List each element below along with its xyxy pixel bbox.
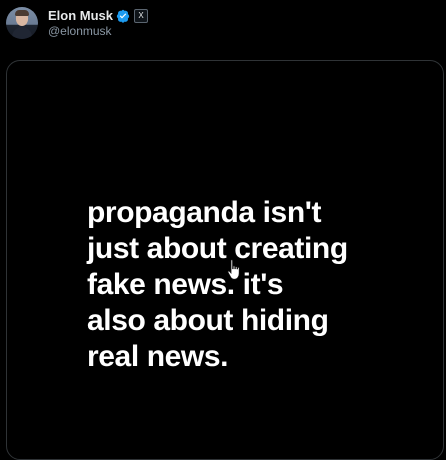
x-logo-icon[interactable]: X [134, 8, 149, 23]
author-name-row: Elon Musk X [48, 8, 149, 24]
media-quote-text: propaganda isn't just about creating fak… [87, 196, 348, 373]
verified-badge-icon[interactable] [116, 9, 130, 23]
avatar[interactable] [6, 7, 38, 39]
avatar-hair [15, 10, 29, 16]
author-display-name[interactable]: Elon Musk [48, 8, 113, 24]
tweet-media-card[interactable]: propaganda isn't just about creating fak… [6, 60, 444, 460]
author-info: Elon Musk X @elonmusk [48, 8, 149, 39]
author-handle[interactable]: @elonmusk [48, 24, 148, 39]
tweet-header: Elon Musk X @elonmusk [6, 6, 149, 40]
avatar-shirt [12, 27, 32, 39]
